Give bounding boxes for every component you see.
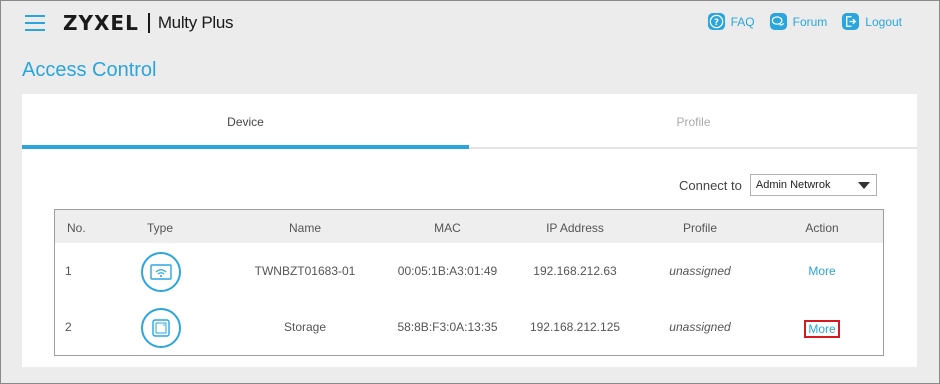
network-select-value: Admin Netwrok: [755, 179, 831, 191]
table-header: No. Type Name MAC IP Address Profile Act…: [55, 210, 883, 243]
device-table: No. Type Name MAC IP Address Profile Act…: [54, 209, 884, 356]
header-type: Type: [146, 221, 173, 235]
row-no: 1: [65, 264, 72, 278]
forum-label: Forum: [792, 14, 828, 29]
header-action: Action: [805, 221, 839, 235]
logout-icon: [842, 12, 860, 31]
question-icon: ?: [707, 12, 725, 31]
zyxel-logo: ZYXEL: [63, 11, 139, 35]
row-profile: unassigned: [669, 320, 731, 334]
network-select[interactable]: Admin Netwrok: [749, 174, 877, 196]
brand-divider: [147, 13, 150, 33]
top-bar: ZYXEL Multy Plus ? FAQ Forum Logout: [1, 1, 939, 45]
tab-profile[interactable]: Profile: [470, 94, 917, 149]
access-control-panel: Device Profile Connect to Admin Netwrok …: [22, 94, 917, 367]
tab-device[interactable]: Device: [22, 94, 469, 149]
header-links: ? FAQ Forum Logout: [693, 12, 902, 31]
row-ip: 192.168.212.63: [533, 264, 617, 278]
row-no: 2: [65, 320, 72, 334]
more-button[interactable]: More: [804, 320, 840, 338]
row-action: More: [767, 320, 877, 338]
row-mac: 00:05:1B:A3:01:49: [397, 264, 498, 278]
row-name: TWNBZT01683-01: [254, 264, 356, 278]
logout-link[interactable]: Logout: [841, 12, 902, 31]
connect-to-label: Connect to: [679, 177, 742, 193]
product-name: Multy Plus: [157, 13, 234, 32]
header-name: Name: [288, 221, 321, 235]
tab-bar: Device Profile: [22, 94, 917, 149]
brand: ZYXEL Multy Plus: [63, 10, 234, 36]
header-no: No.: [67, 221, 86, 235]
faq-label: FAQ: [730, 14, 755, 29]
row-action: More: [767, 264, 877, 278]
logout-label: Logout: [865, 14, 902, 29]
chat-icon: [769, 12, 787, 31]
forum-link[interactable]: Forum: [769, 12, 828, 31]
svg-text:?: ?: [714, 18, 719, 28]
header-profile: Profile: [682, 221, 717, 235]
faq-link[interactable]: ? FAQ: [707, 12, 755, 31]
menu-icon[interactable]: [25, 13, 45, 31]
table-row: 1 TWNBZT01683-01 00:05:1B:A3:01:49 192.1…: [55, 243, 883, 299]
row-name: Storage: [283, 320, 327, 334]
more-button[interactable]: More: [808, 264, 835, 278]
row-profile: unassigned: [669, 264, 731, 278]
header-mac: MAC: [434, 221, 461, 235]
page-title: Access Control: [22, 59, 157, 81]
storage-icon: [141, 308, 181, 348]
header-ip: IP Address: [546, 221, 604, 235]
table-row: 2 Storage 58:8B:F3:0A:13:35 192.168.212.…: [55, 299, 883, 355]
router-icon: [141, 252, 181, 292]
active-tab-indicator: [22, 145, 469, 149]
connect-to-row: Connect to Admin Netwrok: [679, 174, 877, 196]
row-mac: 58:8B:F3:0A:13:35: [397, 320, 498, 334]
row-ip: 192.168.212.125: [529, 320, 621, 334]
chevron-down-icon: [857, 182, 870, 189]
